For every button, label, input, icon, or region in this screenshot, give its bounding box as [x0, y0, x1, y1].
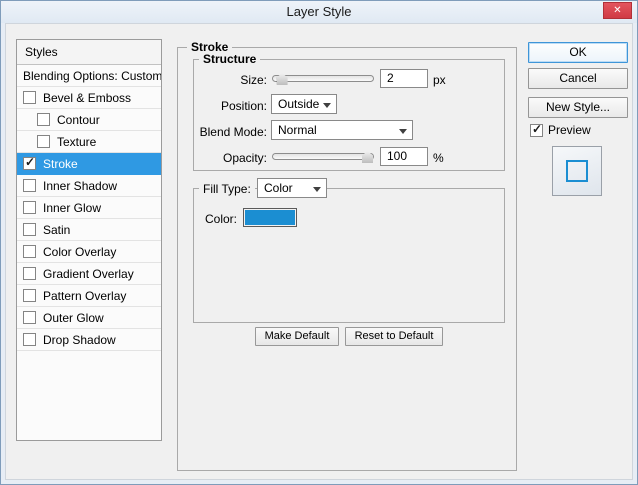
style-list-item[interactable]: Inner Shadow: [17, 175, 161, 197]
preview-checkbox[interactable]: [530, 123, 543, 137]
style-list-item[interactable]: Stroke: [17, 153, 161, 175]
size-slider[interactable]: [272, 73, 374, 85]
opacity-label: Opacity:: [222, 151, 267, 165]
style-list-item[interactable]: Inner Glow: [17, 197, 161, 219]
style-list-item[interactable]: Pattern Overlay: [17, 285, 161, 307]
style-list-item[interactable]: Satin: [17, 219, 161, 241]
style-label: Pattern Overlay: [43, 288, 127, 303]
style-label: Outer Glow: [43, 310, 104, 325]
style-checkbox[interactable]: [37, 135, 50, 148]
title-bar[interactable]: Layer Style: [1, 1, 637, 23]
fill-type-dropdown[interactable]: Color: [257, 178, 327, 198]
color-label: Color:: [204, 212, 237, 226]
style-checkbox[interactable]: [23, 333, 36, 346]
position-label: Position:: [220, 99, 267, 113]
style-checkbox[interactable]: [23, 267, 36, 280]
fill-type-group: [193, 188, 505, 323]
fill-type-label: Fill Type:: [199, 182, 255, 196]
structure-group-title: Structure: [199, 52, 261, 66]
style-label: Inner Glow: [43, 200, 102, 215]
blend-mode-dropdown[interactable]: Normal: [271, 120, 413, 140]
style-checkbox[interactable]: [23, 223, 36, 236]
style-checkbox[interactable]: [23, 156, 36, 170]
style-label: Satin: [43, 222, 71, 237]
layer-style-dialog: Layer Style ✕ Styles Blending Options: C…: [0, 0, 638, 485]
position-value: Outside: [278, 97, 320, 111]
style-list-item[interactable]: Bevel & Emboss: [17, 87, 161, 109]
opacity-slider[interactable]: [272, 151, 374, 163]
blend-mode-value: Normal: [278, 123, 317, 137]
style-list-item[interactable]: Contour: [17, 109, 161, 131]
fill-type-value: Color: [264, 181, 293, 195]
style-list-item[interactable]: Color Overlay: [17, 241, 161, 263]
size-slider-thumb[interactable]: [276, 73, 288, 85]
styles-list-header: Styles: [17, 40, 161, 65]
style-checkbox[interactable]: [23, 91, 36, 104]
style-label: Gradient Overlay: [43, 266, 134, 281]
style-label: Inner Shadow: [43, 178, 118, 193]
preview-checkbox-label: Preview: [548, 123, 591, 137]
cancel-button[interactable]: Cancel: [528, 68, 628, 89]
style-label: Bevel & Emboss: [43, 90, 132, 105]
styles-list: Styles Blending Options: Custom Bevel & …: [16, 39, 162, 441]
preview-thumbnail: [552, 146, 602, 196]
style-checkbox[interactable]: [23, 179, 36, 192]
size-input[interactable]: 2: [380, 69, 428, 88]
preview-option: Preview: [530, 123, 591, 137]
preview-thumbnail-stroke: [566, 160, 588, 182]
style-checkbox[interactable]: [23, 289, 36, 302]
close-button[interactable]: ✕: [603, 2, 632, 19]
style-label: Blending Options: Custom: [23, 68, 162, 83]
window-title: Layer Style: [286, 4, 352, 19]
style-label: Texture: [57, 134, 97, 149]
opacity-unit: %: [433, 151, 444, 165]
style-list-item[interactable]: Outer Glow: [17, 307, 161, 329]
size-label: Size:: [240, 73, 267, 87]
style-checkbox[interactable]: [23, 311, 36, 324]
stroke-color-swatch[interactable]: [243, 208, 297, 227]
size-unit: px: [433, 73, 446, 87]
make-default-button[interactable]: Make Default: [255, 327, 339, 346]
style-list-item[interactable]: Drop Shadow: [17, 329, 161, 351]
position-dropdown[interactable]: Outside: [271, 94, 337, 114]
ok-button[interactable]: OK: [528, 42, 628, 63]
new-style-button[interactable]: New Style...: [528, 97, 628, 118]
style-label: Drop Shadow: [43, 332, 116, 347]
style-list-item[interactable]: Gradient Overlay: [17, 263, 161, 285]
blend-mode-label: Blend Mode:: [199, 125, 267, 139]
style-label: Color Overlay: [43, 244, 117, 259]
close-icon: ✕: [613, 5, 622, 16]
opacity-slider-thumb[interactable]: [362, 151, 373, 163]
style-list-item[interactable]: Texture: [17, 131, 161, 153]
style-checkbox[interactable]: [23, 201, 36, 214]
opacity-input[interactable]: 100: [380, 147, 428, 166]
style-list-item[interactable]: Blending Options: Custom: [17, 65, 161, 87]
style-checkbox[interactable]: [37, 113, 50, 126]
reset-to-default-button[interactable]: Reset to Default: [345, 327, 443, 346]
style-label: Stroke: [43, 156, 78, 171]
style-label: Contour: [57, 112, 100, 127]
style-checkbox[interactable]: [23, 245, 36, 258]
